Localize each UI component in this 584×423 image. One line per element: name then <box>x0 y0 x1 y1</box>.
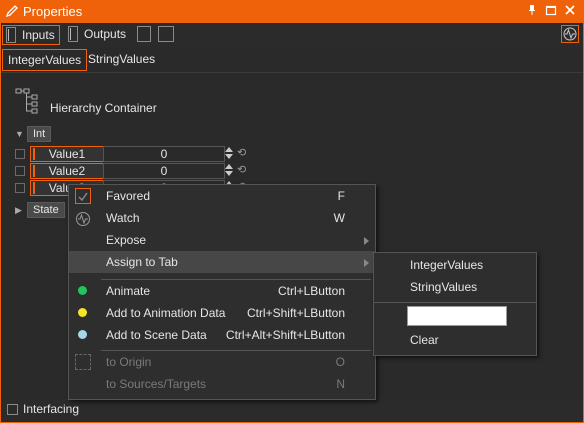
int-group-header[interactable]: ▼ Int <box>15 126 52 142</box>
pencil-icon <box>5 5 18 18</box>
menu-item-label: Expose <box>106 233 147 247</box>
menu-item-label: Watch <box>106 211 140 225</box>
spinner-icon[interactable] <box>225 146 233 160</box>
menu-item-expose[interactable]: Expose <box>69 229 375 251</box>
state-group-header[interactable]: ▶ State <box>15 202 65 218</box>
menu-item-shortcut: O <box>335 355 345 369</box>
property-checkbox[interactable] <box>15 166 25 176</box>
submenu-separator <box>374 302 536 303</box>
interfacing-checkbox[interactable] <box>7 404 18 415</box>
expand-right-icon: ▶ <box>15 204 22 215</box>
spinner-icon[interactable] <box>225 163 233 177</box>
hierarchy-icon <box>15 88 38 114</box>
outputs-label: Outputs <box>84 27 127 41</box>
menu-item-to-origin[interactable]: to Origin O <box>69 351 375 373</box>
toolbar: Inputs Outputs <box>1 23 583 47</box>
menu-item-shortcut: Ctrl+Shift+LButton <box>246 306 345 320</box>
footer: Interfacing <box>1 398 583 422</box>
property-checkbox[interactable] <box>15 149 25 159</box>
menu-item-label: to Sources/Targets <box>106 377 207 391</box>
light-blue-dot-icon <box>78 330 87 339</box>
menu-item-label: to Origin <box>106 355 152 369</box>
menu-item-label: Favored <box>106 189 151 203</box>
waveform-icon[interactable] <box>561 25 579 43</box>
menu-item-label: Add to Animation Data <box>106 306 226 320</box>
property-value-input[interactable]: 0 <box>103 146 225 162</box>
submenu-item-integervalues[interactable]: IntegerValues <box>410 258 483 272</box>
menu-item-animate[interactable]: Animate Ctrl+LButton <box>69 280 375 302</box>
submenu-arrow-icon <box>364 237 369 245</box>
menu-item-shortcut: W <box>333 211 345 225</box>
assign-to-tab-submenu: IntegerValues StringValues Clear <box>373 252 537 356</box>
inputs-label: Inputs <box>22 28 55 42</box>
inputs-toggle[interactable]: Inputs <box>2 25 60 45</box>
menu-item-add-to-animation-data[interactable]: Add to Animation Data Ctrl+Shift+LButton <box>69 302 375 324</box>
property-name[interactable]: Value1 <box>30 146 104 162</box>
menu-item-to-sources-targets[interactable]: to Sources/Targets N <box>69 373 375 395</box>
submenu-arrow-icon <box>364 259 369 267</box>
tab-stringvalues[interactable]: StringValues <box>83 49 160 69</box>
inputs-toggle-icon <box>6 27 16 43</box>
menu-item-shortcut: Ctrl+LButton <box>277 284 345 298</box>
reset-icon[interactable]: ⟲ <box>237 163 246 177</box>
menu-item-watch[interactable]: Watch W <box>69 207 375 229</box>
hierarchy-container-label: Hierarchy Container <box>50 101 157 115</box>
input-output-icon[interactable] <box>137 26 151 42</box>
outputs-toggle[interactable]: Outputs <box>65 25 126 43</box>
yellow-dot-icon <box>78 308 87 317</box>
menu-item-add-to-scene-data[interactable]: Add to Scene Data Ctrl+Alt+Shift+LButton <box>69 324 375 346</box>
state-group-label: State <box>27 202 65 218</box>
submenu-item-stringvalues[interactable]: StringValues <box>410 280 477 294</box>
tab-bar: IntegerValues StringValues <box>1 48 583 73</box>
maximize-icon[interactable] <box>544 4 558 18</box>
menu-item-shortcut: Ctrl+Alt+Shift+LButton <box>225 328 345 342</box>
tab-integervalues[interactable]: IntegerValues <box>2 49 88 71</box>
expand-down-icon: ▼ <box>15 129 24 139</box>
menu-item-shortcut: N <box>336 377 345 391</box>
reset-icon[interactable]: ⟲ <box>237 146 246 160</box>
property-checkbox[interactable] <box>15 183 25 193</box>
check-icon <box>75 188 91 204</box>
property-row: Value2 0 ⟲ <box>15 163 246 179</box>
title-bar: Properties <box>1 1 583 23</box>
close-icon[interactable] <box>563 4 577 18</box>
menu-item-label: Animate <box>106 284 151 298</box>
watch-icon <box>75 211 90 226</box>
window-title: Properties <box>23 4 83 19</box>
interfacing-label: Interfacing <box>23 402 80 416</box>
menu-item-favored[interactable]: Favored F <box>69 185 375 207</box>
int-group-label: Int <box>27 126 52 142</box>
menu-item-label: Assign to Tab <box>106 255 178 269</box>
menu-item-assign-to-tab[interactable]: Assign to Tab <box>69 251 375 273</box>
layout-icon[interactable] <box>158 26 174 42</box>
green-dot-icon <box>78 286 87 295</box>
property-name[interactable]: Value2 <box>30 163 104 179</box>
context-menu: Favored F Watch W Expose Assign to Tab A… <box>68 184 376 400</box>
origin-icon <box>75 354 91 370</box>
pin-icon[interactable] <box>525 4 539 18</box>
menu-item-shortcut: F <box>337 189 345 203</box>
property-row: Value1 0 ⟲ <box>15 146 246 162</box>
new-tab-name-input[interactable] <box>407 306 507 326</box>
property-value-input[interactable]: 0 <box>103 163 225 179</box>
clear-button[interactable]: Clear <box>410 333 439 347</box>
outputs-toggle-icon <box>68 26 78 42</box>
menu-item-label: Add to Scene Data <box>106 328 207 342</box>
